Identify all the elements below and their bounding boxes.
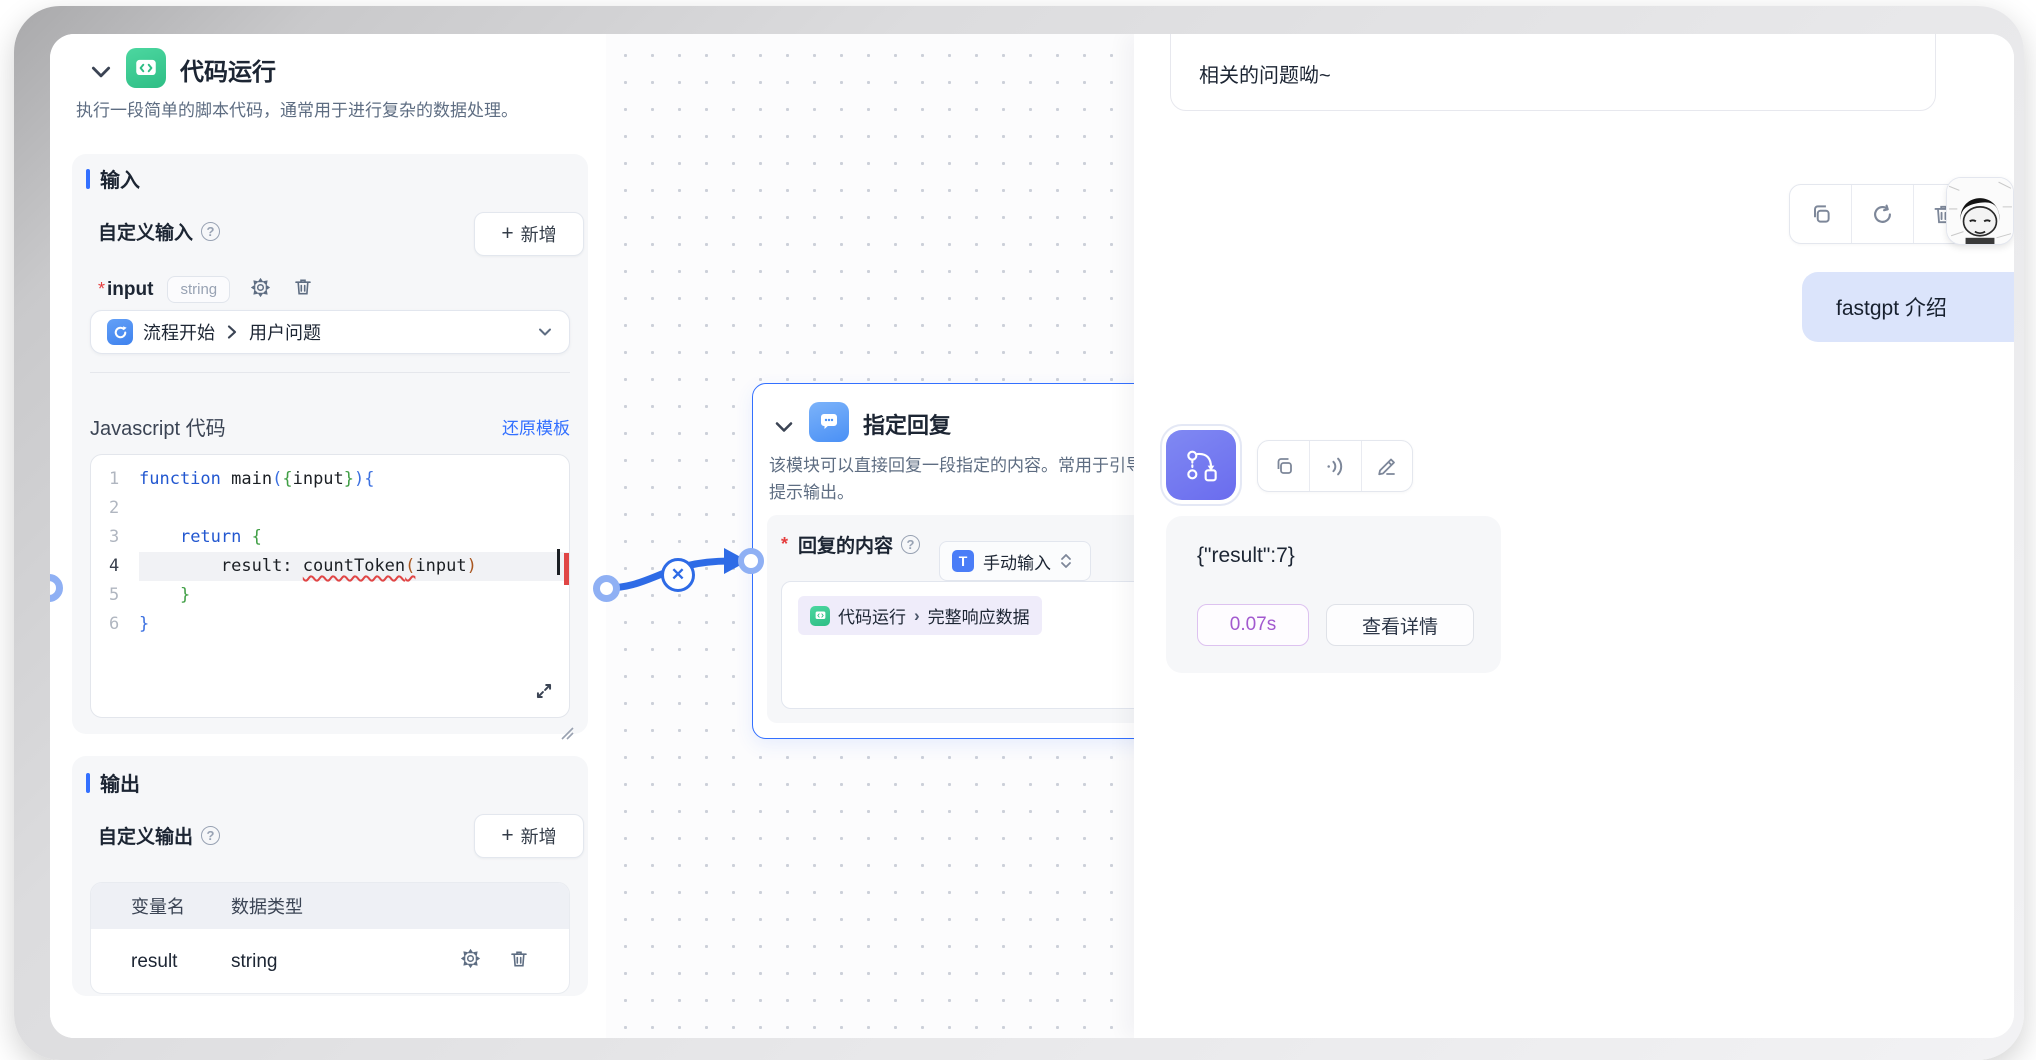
code-node-description: 执行一段简单的脚本代码，通常用于进行复杂的数据处理。	[76, 96, 581, 121]
input-source-select[interactable]: 流程开始 用户问题	[90, 310, 570, 354]
app-content: 指定回复 该模块可以直接回复一段指定的内容。常用于引导、提示输出。 * 回复的内…	[50, 34, 2014, 1038]
input-section-heading: 输入	[86, 164, 140, 193]
code-line[interactable]: 5 }	[91, 581, 569, 610]
code-line[interactable]: 1function main({input}){	[91, 465, 569, 494]
reply-mode-select[interactable]: T 手动输入	[939, 541, 1091, 581]
answer-toolbar	[1257, 440, 1413, 492]
help-icon[interactable]: ?	[901, 535, 920, 554]
chevron-right-icon	[225, 324, 239, 340]
table-row: result string	[91, 929, 569, 994]
code-line[interactable]: 3 return {	[91, 523, 569, 552]
col-data-type: 数据类型	[231, 893, 381, 919]
required-mark: *	[781, 534, 788, 555]
reply-node-icon	[809, 402, 849, 442]
source-handle[interactable]	[593, 575, 620, 602]
input-param-row: * input string	[98, 276, 313, 303]
reply-node-title: 指定回复	[863, 408, 951, 440]
edit-icon[interactable]	[1361, 441, 1412, 491]
chevron-down-icon[interactable]	[773, 416, 795, 438]
flow-start-icon	[107, 319, 133, 345]
col-variable-name: 变量名	[91, 893, 231, 919]
edge-delete-button[interactable]: ✕	[661, 558, 695, 592]
resize-grip[interactable]	[554, 720, 589, 735]
required-mark: *	[98, 279, 105, 300]
code-line[interactable]: 2	[91, 494, 569, 523]
view-detail-button[interactable]: 查看详情	[1326, 604, 1474, 646]
gear-icon[interactable]	[250, 277, 271, 303]
code-lines: 1function main({input}){23 return {4 res…	[91, 465, 569, 639]
chevron-down-icon	[537, 324, 553, 340]
input-card: 输入 自定义输入 ? + 新增 * input string	[72, 154, 588, 734]
refresh-icon[interactable]	[1851, 185, 1912, 243]
add-input-button[interactable]: + 新增	[474, 212, 584, 256]
reply-content-textarea[interactable]: 代码运行 › 完整响应数据	[781, 581, 1181, 709]
copy-icon[interactable]	[1790, 185, 1851, 243]
variable-tag-node: 代码运行	[838, 603, 906, 628]
plus-icon: +	[501, 824, 513, 848]
response-text: {"result":7}	[1197, 544, 1295, 568]
duration-badge: 0.07s	[1197, 604, 1309, 646]
chevron-right-separator: ›	[914, 606, 920, 626]
custom-output-label: 自定义输出 ?	[98, 822, 220, 849]
trash-icon[interactable]	[293, 277, 313, 302]
code-node-panel: 代码运行 执行一段简单的脚本代码，通常用于进行复杂的数据处理。 输入 自定义输入…	[50, 34, 606, 1038]
copy-icon[interactable]	[1258, 441, 1309, 491]
text-cursor	[557, 549, 560, 575]
user-avatar	[1947, 178, 2013, 244]
window-frame: 指定回复 该模块可以直接回复一段指定的内容。常用于引导、提示输出。 * 回复的内…	[14, 6, 2024, 1060]
variable-tag[interactable]: 代码运行 › 完整响应数据	[798, 596, 1042, 635]
user-message-bubble: fastgpt 介绍	[1802, 272, 2014, 342]
node-reply[interactable]: 指定回复 该模块可以直接回复一段指定的内容。常用于引导、提示输出。 * 回复的内…	[752, 383, 1188, 739]
source-field-label: 用户问题	[249, 319, 321, 345]
gear-icon[interactable]	[460, 948, 481, 975]
output-var-type: string	[231, 951, 381, 973]
reply-content-label: 回复的内容	[798, 531, 893, 558]
param-name: input	[107, 279, 153, 301]
output-card: 输出 自定义输出 ? + 新增 变量名 数据类型 result string	[72, 756, 588, 996]
reply-node-description: 该模块可以直接回复一段指定的内容。常用于引导、提示输出。	[769, 452, 1173, 506]
response-card: {"result":7} 0.07s 查看详情	[1166, 516, 1501, 673]
param-type-badge: string	[167, 276, 230, 303]
source-node-label: 流程开始	[143, 319, 215, 345]
chat-panel: 相关的问题呦~ fastgpt	[1134, 34, 2014, 1038]
custom-input-label: 自定义输入 ?	[98, 218, 220, 245]
plus-icon: +	[501, 222, 513, 246]
code-node-mini-icon	[810, 606, 830, 626]
assistant-message-bubble: 相关的问题呦~	[1170, 34, 1936, 111]
reset-template-link[interactable]: 还原模板	[502, 414, 570, 439]
output-var-name: result	[91, 951, 231, 973]
code-editor[interactable]: 1function main({input}){23 return {4 res…	[90, 454, 570, 718]
user-message-text: fastgpt 介绍	[1836, 292, 1947, 322]
section-bar	[86, 773, 90, 793]
code-node-title: 代码运行	[180, 52, 276, 87]
section-bar	[86, 169, 90, 189]
select-carets-icon	[1060, 552, 1072, 570]
output-table: 变量名 数据类型 result string	[90, 882, 570, 994]
code-node-icon	[126, 48, 166, 88]
text-input-icon: T	[952, 550, 974, 572]
variable-tag-field: 完整响应数据	[928, 603, 1030, 628]
divider	[90, 372, 570, 373]
chevron-down-icon[interactable]	[89, 60, 111, 82]
code-editor-label: Javascript 代码	[90, 412, 226, 441]
assistant-message-text: 相关的问题呦~	[1199, 59, 1331, 88]
error-marker	[564, 553, 569, 585]
table-header: 变量名 数据类型	[91, 883, 569, 929]
code-line[interactable]: 4 result: countToken(input)	[91, 552, 569, 581]
reply-content-section: * 回复的内容 ? T 手动输入 代码运行 › 完整响应数据	[767, 515, 1181, 723]
add-output-button[interactable]: + 新增	[474, 814, 584, 858]
reply-mode-value: 手动输入	[983, 549, 1051, 574]
help-icon[interactable]: ?	[201, 826, 220, 845]
voice-icon[interactable]	[1309, 441, 1360, 491]
output-section-heading: 输出	[86, 768, 140, 797]
target-handle[interactable]	[738, 548, 764, 574]
assistant-avatar[interactable]	[1166, 430, 1236, 500]
code-line[interactable]: 6}	[91, 610, 569, 639]
help-icon[interactable]: ?	[201, 222, 220, 241]
trash-icon[interactable]	[509, 949, 529, 975]
expand-icon[interactable]	[533, 680, 555, 707]
